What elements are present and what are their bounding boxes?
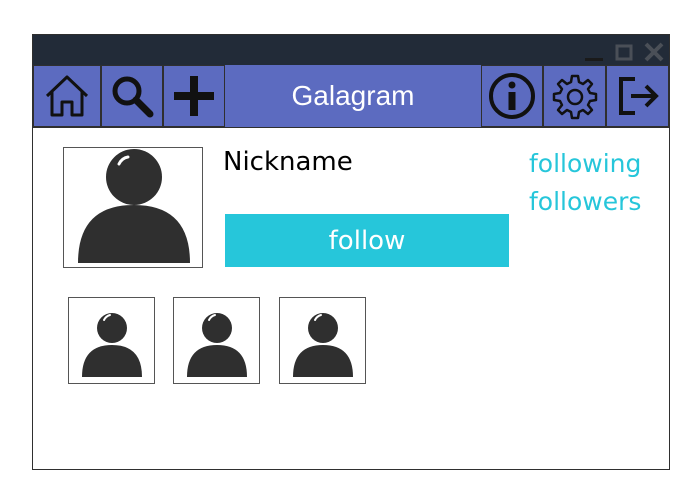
post-thumbnail[interactable] bbox=[173, 297, 260, 384]
post-thumbnail[interactable] bbox=[279, 297, 366, 384]
gear-icon bbox=[552, 74, 597, 120]
plus-icon bbox=[174, 76, 214, 116]
add-post-button[interactable] bbox=[163, 65, 225, 127]
home-icon bbox=[45, 75, 89, 117]
user-avatar-icon bbox=[82, 313, 142, 377]
followers-link[interactable]: followers bbox=[529, 187, 641, 216]
following-link[interactable]: following bbox=[529, 149, 641, 178]
search-icon bbox=[112, 76, 154, 118]
app-title: Galagram bbox=[291, 80, 415, 111]
user-avatar-icon bbox=[78, 149, 190, 263]
maximize-button[interactable] bbox=[611, 39, 637, 64]
search-button[interactable] bbox=[101, 65, 163, 127]
info-button[interactable] bbox=[481, 65, 543, 127]
info-icon bbox=[489, 73, 535, 119]
logout-icon bbox=[618, 77, 659, 115]
minimize-button[interactable] bbox=[581, 39, 607, 64]
profile-avatar bbox=[63, 147, 203, 268]
app-window: Galagram Nickname follow following follo… bbox=[32, 34, 670, 470]
settings-button[interactable] bbox=[543, 65, 606, 127]
follow-button[interactable]: follow bbox=[225, 214, 509, 267]
logout-button[interactable] bbox=[606, 65, 669, 127]
title-bar bbox=[33, 35, 669, 65]
home-button[interactable] bbox=[33, 65, 101, 127]
minimize-icon bbox=[585, 57, 603, 61]
user-avatar-icon bbox=[187, 313, 247, 377]
maximize-icon bbox=[615, 44, 633, 60]
user-avatar-icon bbox=[293, 313, 353, 377]
nav-bar: Galagram bbox=[33, 65, 669, 128]
close-button[interactable] bbox=[641, 39, 667, 64]
post-thumbnail[interactable] bbox=[68, 297, 155, 384]
profile-nickname: Nickname bbox=[223, 147, 353, 177]
close-icon bbox=[644, 42, 664, 61]
